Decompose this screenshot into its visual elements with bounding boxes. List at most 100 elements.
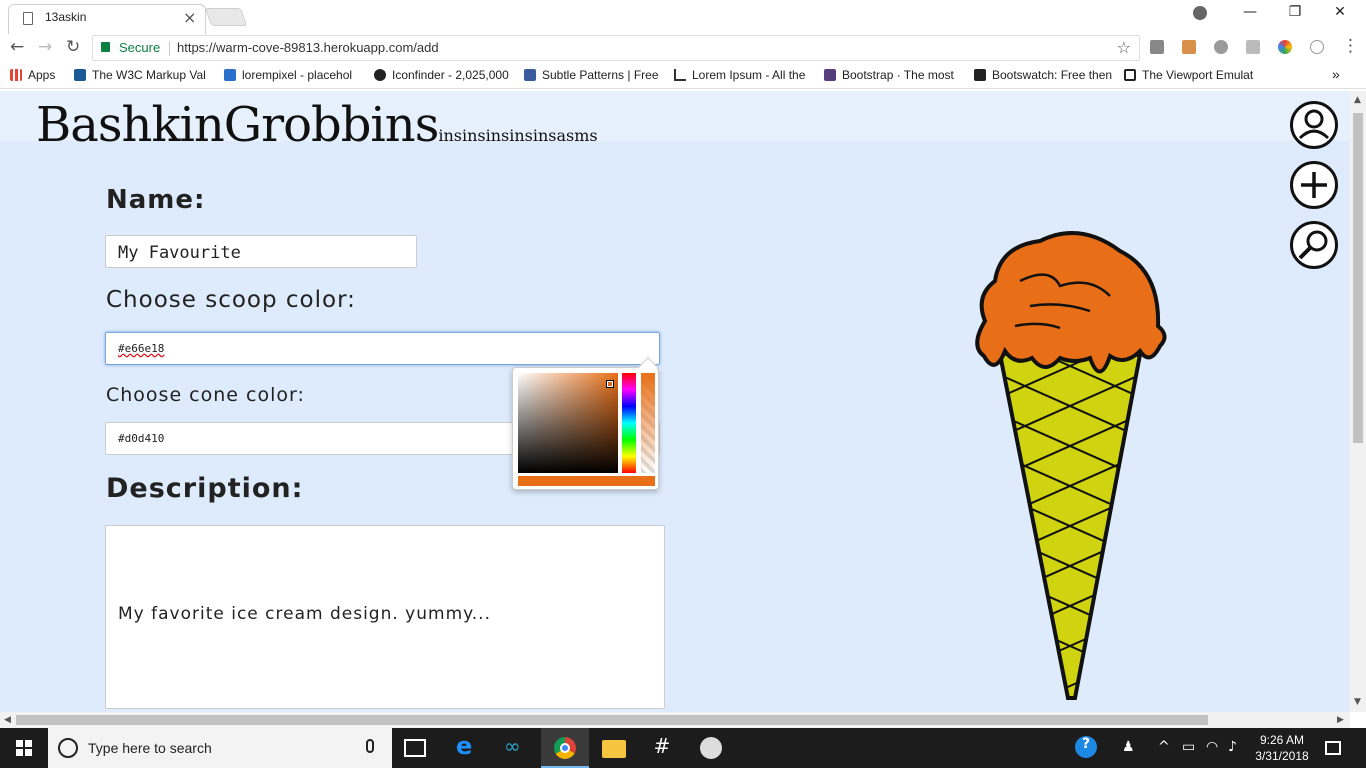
tab-active[interactable]: 13askin × [8, 4, 206, 34]
tab-title: 13askin [45, 10, 87, 24]
battery-icon[interactable]: ▭ [1182, 739, 1195, 755]
bookmarks-bar: Apps The W3C Markup Val lorempixel - pla… [0, 63, 1366, 89]
clock-date: 3/31/2018 [1255, 749, 1309, 763]
windows-logo-icon [16, 740, 32, 756]
bookmark-w3c[interactable]: The W3C Markup Val [74, 68, 210, 84]
profile-icon[interactable] [1193, 6, 1207, 20]
bookmark-subtle-patterns[interactable]: Subtle Patterns | Free [524, 68, 660, 84]
color-preview [518, 476, 655, 486]
navigation-toolbar: ← → ↻ Secure https://warm-cove-89813.her… [0, 34, 1366, 62]
search-button[interactable] [1290, 221, 1338, 269]
reload-icon[interactable]: ↻ [66, 37, 80, 57]
description-label: Description: [106, 473, 304, 504]
clock-time: 9:26 AM [1259, 733, 1305, 747]
file-explorer-icon[interactable] [602, 740, 626, 758]
name-label: Name: [106, 185, 206, 215]
chrome-taskbar-active[interactable] [541, 728, 589, 768]
bookmark-lorem-ipsum[interactable]: Lorem Ipsum - All the [674, 68, 812, 84]
edge-browser-icon[interactable]: e [456, 732, 480, 760]
lock-icon [101, 42, 110, 52]
bookmark-iconfinder[interactable]: Iconfinder - 2,025,000 [374, 68, 512, 84]
horizontal-scroll-thumb[interactable] [16, 715, 1208, 725]
chrome-icon [554, 737, 576, 759]
wifi-icon[interactable]: ◠ [1206, 739, 1218, 755]
iconfinder-icon [374, 69, 386, 81]
bug-extension-icon[interactable] [1214, 40, 1228, 54]
task-view-icon[interactable] [404, 739, 426, 757]
scroll-down-arrow-icon[interactable]: ▼ [1354, 697, 1361, 707]
horizontal-scrollbar[interactable]: ◀ ▶ [0, 712, 1350, 728]
ruler-extension-icon[interactable] [1182, 40, 1196, 54]
address-separator [169, 41, 170, 56]
apps-grid-icon [10, 69, 22, 81]
tab-strip: 13askin × — ❐ ✕ [0, 0, 1366, 34]
bootswatch-icon [974, 69, 986, 81]
help-icon[interactable]: ? [1075, 736, 1097, 758]
page-icon [23, 12, 33, 25]
scroll-up-arrow-icon[interactable]: ▲ [1354, 95, 1361, 105]
bookmark-viewport-emulator[interactable]: The Viewport Emulat [1124, 68, 1264, 84]
scroll-right-arrow-icon[interactable]: ▶ [1337, 715, 1344, 725]
extension-circle-icon[interactable] [1310, 40, 1324, 54]
ice-cream-illustration [975, 231, 1167, 700]
camera-extension-icon[interactable] [1150, 40, 1164, 54]
lorempixel-icon [224, 69, 236, 81]
slack-icon[interactable]: # [650, 734, 674, 758]
page-viewport: BashkinGrobbinsinsinsinsinsinsasms Name:… [0, 91, 1350, 712]
w3c-icon [74, 69, 86, 81]
alpha-slider[interactable] [641, 373, 655, 473]
color-picker-extension-icon[interactable] [1278, 40, 1292, 54]
bookmark-star-icon[interactable]: ☆ [1117, 38, 1131, 57]
subtle-patterns-icon [524, 69, 536, 81]
paint-icon[interactable] [700, 737, 722, 759]
url-text: https://warm-cove-89813.herokuapp.com/ad… [177, 40, 439, 55]
vertical-scrollbar[interactable]: ▲ ▼ [1350, 91, 1366, 712]
window-close-icon[interactable]: ✕ [1320, 4, 1360, 20]
close-tab-icon[interactable]: × [183, 8, 196, 27]
back-arrow-icon[interactable]: ← [10, 37, 24, 57]
saturation-marker[interactable] [606, 380, 614, 388]
bookmark-bootswatch[interactable]: Bootswatch: Free then [974, 68, 1112, 84]
system-clock[interactable]: 9:26 AM 3/31/2018 [1248, 732, 1316, 764]
microphone-icon[interactable] [366, 739, 374, 753]
viewport-emulator-icon [1124, 69, 1136, 81]
cone-shape [995, 342, 1145, 700]
hue-slider[interactable] [622, 373, 636, 473]
vertical-scroll-thumb[interactable] [1353, 113, 1363, 443]
restore-icon[interactable]: ❐ [1275, 4, 1315, 20]
search-icon [1298, 230, 1328, 260]
more-bookmarks-button[interactable]: » [1332, 66, 1340, 82]
lorem-ipsum-icon [674, 69, 686, 81]
color-picker-popup[interactable] [512, 357, 659, 490]
menu-dots-icon[interactable]: ⋮ [1342, 36, 1359, 56]
show-hidden-icons-chevron-icon[interactable]: ^ [1158, 739, 1170, 755]
bookmark-lorempixel[interactable]: lorempixel - placehol [224, 68, 364, 84]
drive-extension-icon[interactable] [1246, 40, 1260, 54]
taskbar-search-box[interactable]: Type here to search [48, 728, 392, 768]
scoop-color-input[interactable]: #e66e18 [105, 332, 660, 365]
scoop-shape [975, 231, 1167, 374]
start-button[interactable] [0, 728, 48, 768]
add-button[interactable] [1290, 161, 1338, 209]
windows-taskbar: Type here to search e ∞ # ? ♟ ^ ▭ ◠ ♪ 9:… [0, 728, 1366, 768]
bookmark-bootstrap[interactable]: Bootstrap · The most [824, 68, 960, 84]
brand-logo[interactable]: BashkinGrobbinsinsinsinsinsinsasms [36, 97, 598, 153]
profile-button[interactable] [1290, 101, 1338, 149]
forward-arrow-icon[interactable]: → [38, 37, 52, 57]
arduino-icon[interactable]: ∞ [504, 734, 528, 758]
add-icon [1301, 172, 1327, 198]
minimize-icon[interactable]: — [1230, 4, 1270, 20]
action-center-icon[interactable] [1325, 741, 1341, 755]
people-icon[interactable]: ♟ [1122, 739, 1135, 755]
saturation-area[interactable] [518, 373, 618, 473]
secure-label: Secure [119, 40, 161, 55]
browser-chrome: 13askin × — ❐ ✕ ← → ↻ Secure https://war… [0, 0, 1366, 91]
bookmark-apps[interactable]: Apps [10, 68, 70, 84]
address-bar[interactable]: Secure https://warm-cove-89813.herokuapp… [92, 35, 1140, 61]
description-textarea[interactable]: My favorite ice cream design. yummy... [105, 525, 665, 709]
name-input[interactable]: My Favourite [105, 235, 417, 268]
volume-icon[interactable]: ♪ [1228, 739, 1237, 755]
profile-icon [1298, 109, 1330, 140]
scroll-left-arrow-icon[interactable]: ◀ [4, 715, 11, 725]
new-tab-button[interactable] [204, 8, 248, 26]
